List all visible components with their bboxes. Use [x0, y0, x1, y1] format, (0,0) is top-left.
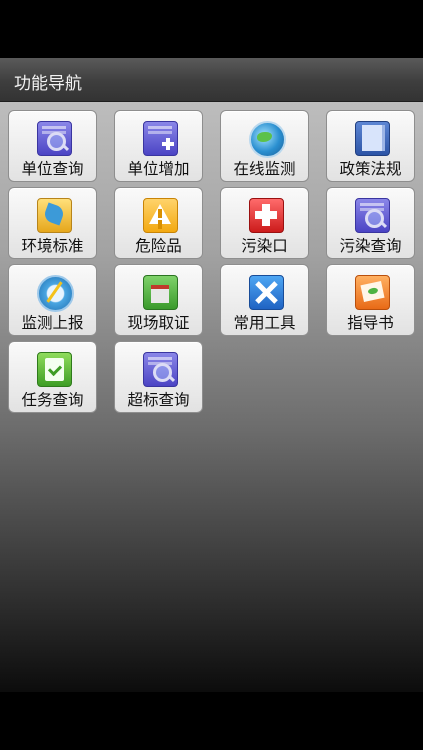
tile-unit-query[interactable]: 单位查询 — [8, 110, 97, 182]
document-search-icon — [355, 198, 390, 233]
warning-icon — [143, 198, 178, 233]
scene-icon — [143, 275, 178, 310]
book-icon — [355, 121, 390, 156]
tile-env-standard[interactable]: 环境标准 — [8, 187, 97, 259]
document-add-icon — [143, 121, 178, 156]
bottom-bar — [0, 692, 423, 750]
tile-guide-book[interactable]: 指导书 — [326, 264, 415, 336]
tile-label: 单位查询 — [21, 160, 84, 178]
document-search-icon — [143, 352, 178, 387]
tile-pollution-outlet[interactable]: 污染口 — [220, 187, 309, 259]
task-icon — [37, 352, 72, 387]
document-search-icon — [37, 121, 72, 156]
guide-book-icon — [355, 275, 390, 310]
tile-policy[interactable]: 政策法规 — [326, 110, 415, 182]
tile-label: 环境标准 — [21, 237, 84, 255]
tile-label: 指导书 — [347, 314, 394, 332]
tile-pollution-query[interactable]: 污染查询 — [326, 187, 415, 259]
tile-label: 污染查询 — [339, 237, 402, 255]
tile-exceed-query[interactable]: 超标查询 — [114, 341, 203, 413]
tile-label: 常用工具 — [233, 314, 296, 332]
compass-icon — [37, 275, 74, 312]
tile-label: 危险品 — [135, 237, 182, 255]
plug-icon — [37, 198, 72, 233]
tile-field-evidence[interactable]: 现场取证 — [114, 264, 203, 336]
globe-icon — [249, 121, 286, 158]
tile-label: 现场取证 — [127, 314, 190, 332]
tile-unit-add[interactable]: 单位增加 — [114, 110, 203, 182]
tile-label: 任务查询 — [21, 391, 84, 409]
tile-task-query[interactable]: 任务查询 — [8, 341, 97, 413]
tile-hazardous[interactable]: 危险品 — [114, 187, 203, 259]
tile-label: 在线监测 — [233, 160, 296, 178]
tile-online-monitor[interactable]: 在线监测 — [220, 110, 309, 182]
tile-label: 政策法规 — [339, 160, 402, 178]
tile-label: 监测上报 — [21, 314, 84, 332]
nav-grid: 单位查询 单位增加 在线监测 政策法规 环境标准 危险品 污染口 污染查询 监测… — [0, 102, 423, 692]
tile-label: 超标查询 — [127, 391, 190, 409]
tile-common-tools[interactable]: 常用工具 — [220, 264, 309, 336]
tile-label: 污染口 — [241, 237, 288, 255]
red-cross-icon — [249, 198, 284, 233]
tile-monitor-report[interactable]: 监测上报 — [8, 264, 97, 336]
tile-label: 单位增加 — [127, 160, 190, 178]
title-bar: 功能导航 — [0, 58, 423, 102]
page-title: 功能导航 — [14, 74, 82, 94]
status-bar — [0, 0, 423, 58]
tools-icon — [249, 275, 284, 310]
